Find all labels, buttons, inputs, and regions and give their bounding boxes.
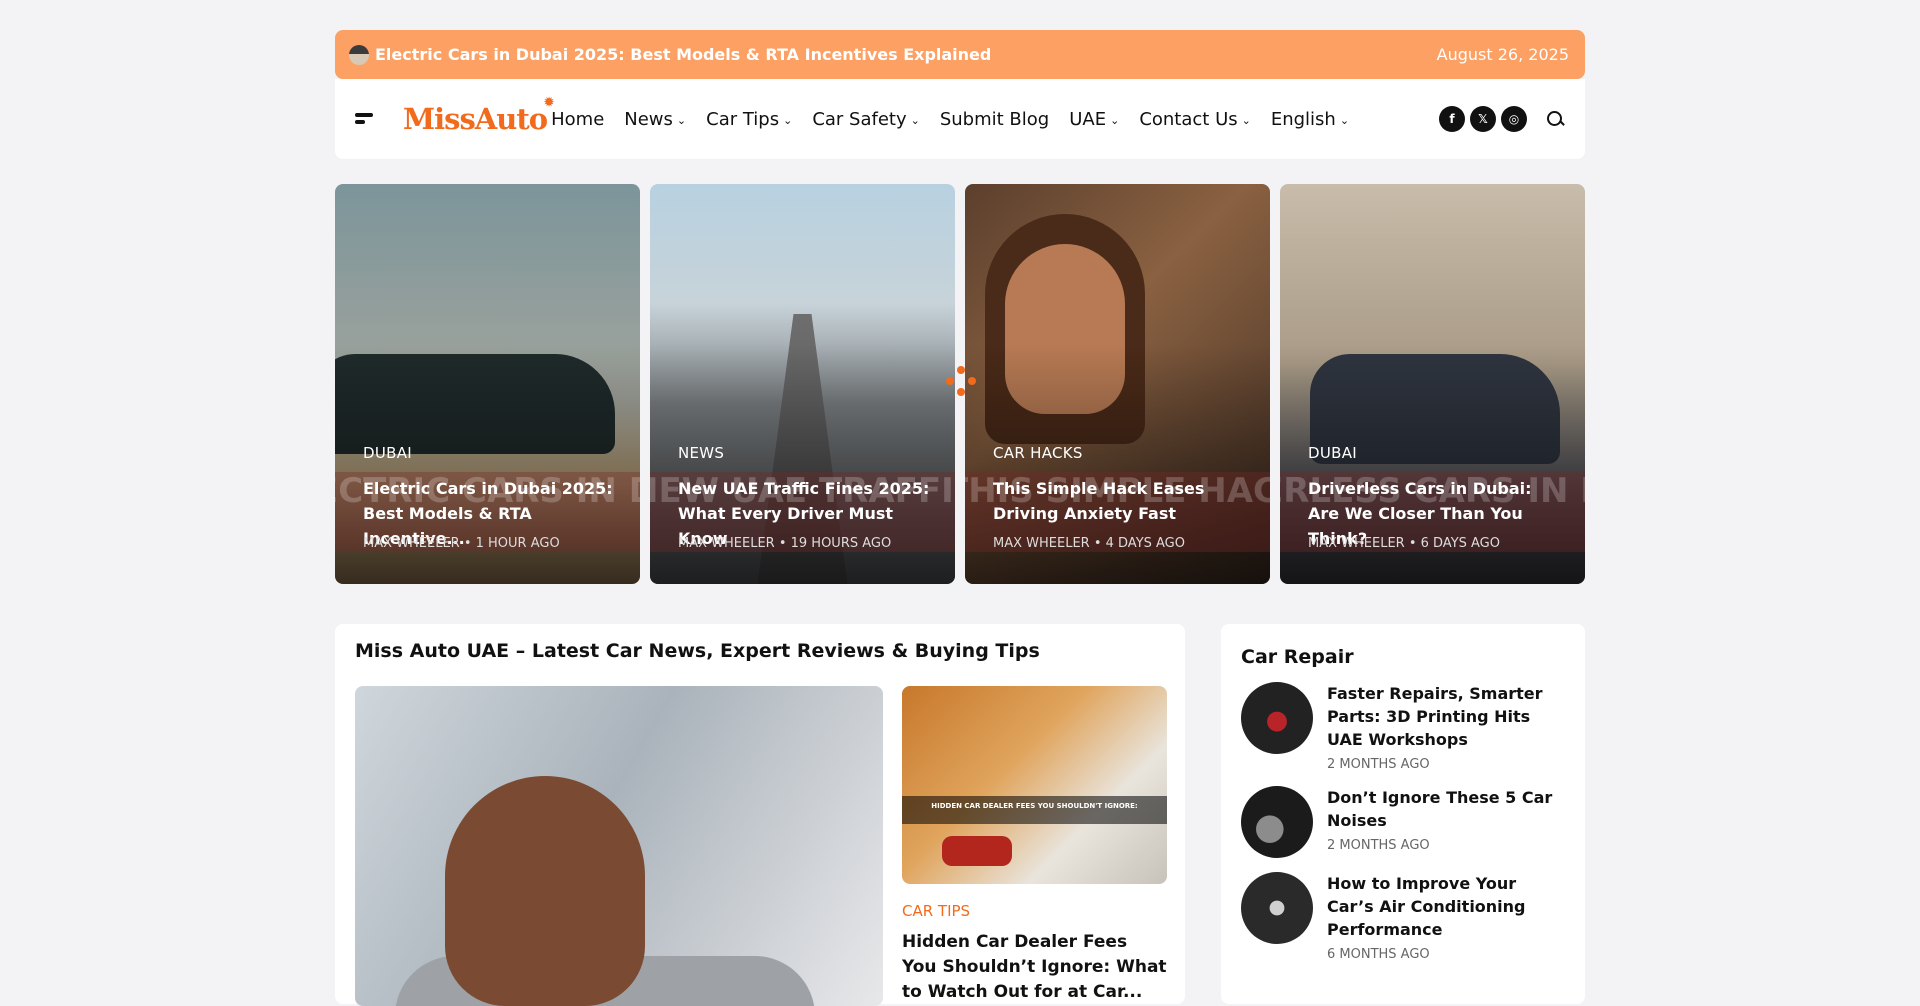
facebook-icon[interactable]: f	[1439, 106, 1465, 132]
ticker-headline[interactable]: Electric Cars in Dubai 2025: Best Models…	[375, 45, 1437, 64]
chevron-down-icon: ⌄	[910, 113, 920, 127]
hero-meta: MAX WHEELER • 4 DAYS AGO	[993, 536, 1185, 551]
article-thumbnail[interactable]	[1241, 682, 1313, 754]
hero-category[interactable]: NEWS	[678, 444, 724, 462]
hero-category[interactable]: DUBAI	[1308, 444, 1357, 462]
latest-news-section: Miss Auto UAE – Latest Car News, Expert …	[335, 624, 1185, 1006]
nav-contact-us[interactable]: Contact Us ⌄	[1139, 109, 1251, 130]
list-item[interactable]: How to Improve Your Car’s Air Conditioni…	[1241, 872, 1565, 962]
featured-article-image[interactable]	[355, 686, 883, 1006]
site-header: MissAuto ✹ Home News ⌄ Car Tips ⌄ Car Safet…	[335, 79, 1585, 159]
article-date: 6 MONTHS AGO	[1327, 947, 1430, 962]
nav-language[interactable]: English ⌄	[1271, 109, 1349, 130]
article-title[interactable]: Don’t Ignore These 5 Car Noises	[1327, 786, 1565, 832]
main-nav: Home News ⌄ Car Tips ⌄ Car Safety ⌄ Submit …	[551, 109, 1369, 130]
hero-card[interactable]: THIS SIMPLE HACK EAS / DRIVING ANXIETY F…	[965, 184, 1270, 584]
chevron-down-icon: ⌄	[1241, 113, 1251, 127]
side-article-image[interactable]: HIDDEN CAR DEALER FEES YOU SHOULDN'T IGN…	[902, 686, 1167, 884]
hero-card[interactable]: ERLESS CARS IN DU / RE WE CLOSER THAN YO…	[1280, 184, 1585, 584]
chevron-down-icon: ⌄	[676, 113, 687, 127]
section-heading: Miss Auto UAE – Latest Car News, Expert …	[355, 640, 1040, 662]
hero-category[interactable]: CAR HACKS	[993, 444, 1083, 462]
article-thumbnail[interactable]	[1241, 786, 1313, 858]
chevron-down-icon: ⌄	[1339, 113, 1350, 127]
article-title[interactable]: How to Improve Your Car’s Air Conditioni…	[1327, 872, 1565, 941]
car-repair-widget: Car Repair Faster Repairs, Smarter Parts…	[1221, 624, 1585, 1004]
ticker-date: August 26, 2025	[1436, 45, 1569, 64]
article-thumbnail[interactable]	[1241, 872, 1313, 944]
hero-meta: MAX WHEELER • 6 DAYS AGO	[1308, 536, 1500, 551]
ticker-thumbnail	[349, 44, 369, 65]
list-item[interactable]: Don’t Ignore These 5 Car Noises 2 MONTHS…	[1241, 786, 1565, 858]
hero-meta: MAX WHEELER • 1 HOUR AGO	[363, 536, 560, 551]
widget-heading: Car Repair	[1241, 646, 1354, 668]
side-article-title[interactable]: Hidden Car Dealer Fees You Shouldn’t Ign…	[902, 930, 1167, 1005]
side-article[interactable]: HIDDEN CAR DEALER FEES YOU SHOULDN'T IGN…	[902, 686, 1167, 1005]
nav-submit-blog[interactable]: Submit Blog	[940, 109, 1049, 130]
nav-car-safety[interactable]: Car Safety ⌄	[812, 109, 920, 130]
list-item[interactable]: Faster Repairs, Smarter Parts: 3D Printi…	[1241, 682, 1565, 772]
hero-card[interactable]: NEW UAE TRAFFIC FINES 20 / AT EVERY DRIV…	[650, 184, 955, 584]
social-links: f 𝕏 ◎	[1434, 106, 1527, 132]
breaking-news-ticker[interactable]: Electric Cars in Dubai 2025: Best Models…	[335, 30, 1585, 79]
nav-uae[interactable]: UAE ⌄	[1069, 109, 1119, 130]
hero-meta: MAX WHEELER • 19 HOURS AGO	[678, 536, 892, 551]
hero-card[interactable]: ECTRIC CARS IN DUBAI 20 / DELS & RTA INC…	[335, 184, 640, 584]
x-icon[interactable]: 𝕏	[1470, 106, 1496, 132]
chevron-down-icon: ⌄	[1110, 113, 1120, 127]
search-icon[interactable]	[1545, 109, 1565, 129]
side-article-image-text: HIDDEN CAR DEALER FEES YOU SHOULDN'T IGN…	[902, 796, 1167, 824]
loading-spinner-icon	[946, 366, 976, 396]
side-article-category[interactable]: CAR TIPS	[902, 902, 1167, 920]
site-logo[interactable]: MissAuto ✹	[403, 95, 554, 136]
hero-category[interactable]: DUBAI	[363, 444, 412, 462]
nav-home[interactable]: Home	[551, 109, 604, 130]
hero-title[interactable]: This Simple Hack Eases Driving Anxiety F…	[993, 476, 1250, 526]
article-date: 2 MONTHS AGO	[1327, 757, 1430, 772]
nav-car-tips[interactable]: Car Tips ⌄	[706, 109, 792, 130]
menu-icon[interactable]	[355, 110, 375, 128]
instagram-icon[interactable]: ◎	[1501, 106, 1527, 132]
article-title[interactable]: Faster Repairs, Smarter Parts: 3D Printi…	[1327, 682, 1565, 751]
chevron-down-icon: ⌄	[783, 113, 793, 127]
article-date: 2 MONTHS AGO	[1327, 838, 1430, 853]
nav-news[interactable]: News ⌄	[624, 109, 686, 130]
